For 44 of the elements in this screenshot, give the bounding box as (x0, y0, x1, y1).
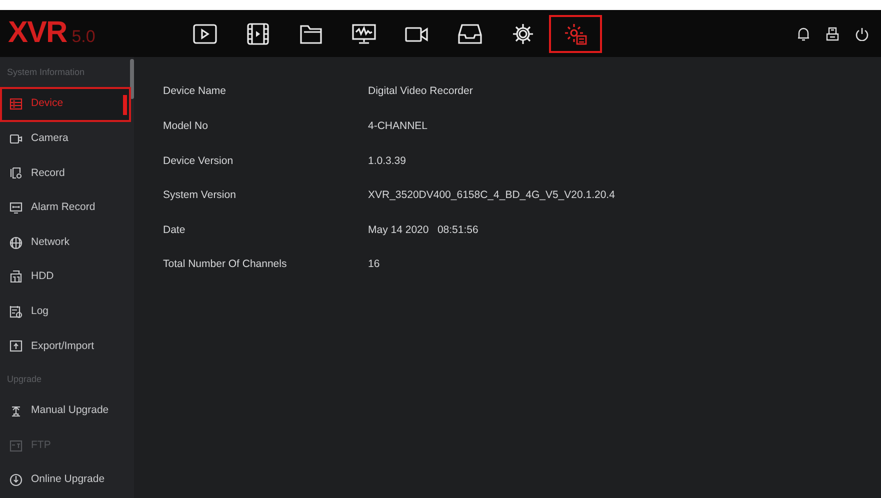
sidebar-item[interactable]: Network (0, 225, 131, 260)
storage-icon[interactable] (826, 26, 839, 40)
globe-icon (9, 236, 23, 250)
circle-download-icon (9, 473, 23, 488)
sidebar-item[interactable]: Manual Upgrade (0, 394, 131, 428)
tray-icon (456, 22, 482, 46)
field-label: System Version (163, 188, 237, 204)
play-icon (192, 22, 218, 46)
field-value: 4-CHANNEL (368, 119, 428, 134)
section-header: System Information (6, 66, 86, 79)
scrollbar[interactable] (130, 59, 134, 99)
camera-icon (9, 132, 23, 146)
field-value: Digital Video Recorder (368, 84, 473, 100)
film-icon (244, 22, 270, 46)
sidebar-item[interactable]: Online Upgrade (0, 462, 131, 498)
folder-icon (9, 339, 23, 354)
logo-text: XVR (8, 18, 67, 48)
field-value: 1.0.3.39 (368, 154, 406, 169)
server-icon (9, 97, 23, 112)
field-label: Device Name (163, 84, 228, 100)
monitor-icon (9, 201, 23, 216)
sidebar-item[interactable]: Export/Import (0, 329, 131, 364)
sidebar-item[interactable]: Alarm Record (0, 190, 131, 226)
field-value: XVR_3520DV400_6158C_4_BD_4G_V5_V20.1.20.4 (368, 188, 615, 204)
sidebar-item[interactable]: Camera (0, 122, 131, 156)
field-label: Device Version (163, 154, 234, 169)
bell-icon[interactable] (797, 26, 810, 40)
power-icon[interactable] (855, 26, 869, 40)
monitor-icon (350, 22, 376, 46)
sidebar-item[interactable]: Record (0, 156, 131, 191)
field-label: Date (163, 222, 186, 238)
field-value: 16 (368, 257, 380, 272)
field-label: Total Number Of Channels (163, 257, 288, 272)
version-text: 5.0 (72, 26, 96, 48)
record-icon (9, 166, 23, 180)
folder-icon (9, 438, 23, 453)
section-header: Upgrade (6, 372, 43, 386)
field-label: Model No (163, 119, 209, 134)
sidebar-item[interactable]: HDD (0, 260, 131, 295)
calendar-clock-icon (9, 304, 23, 319)
gear-list-icon (562, 22, 588, 46)
field-value: May 14 2020 08:51:56 (368, 222, 478, 238)
sidebar-item[interactable]: Log (0, 294, 131, 330)
sidebar-item[interactable]: Device (0, 87, 131, 122)
